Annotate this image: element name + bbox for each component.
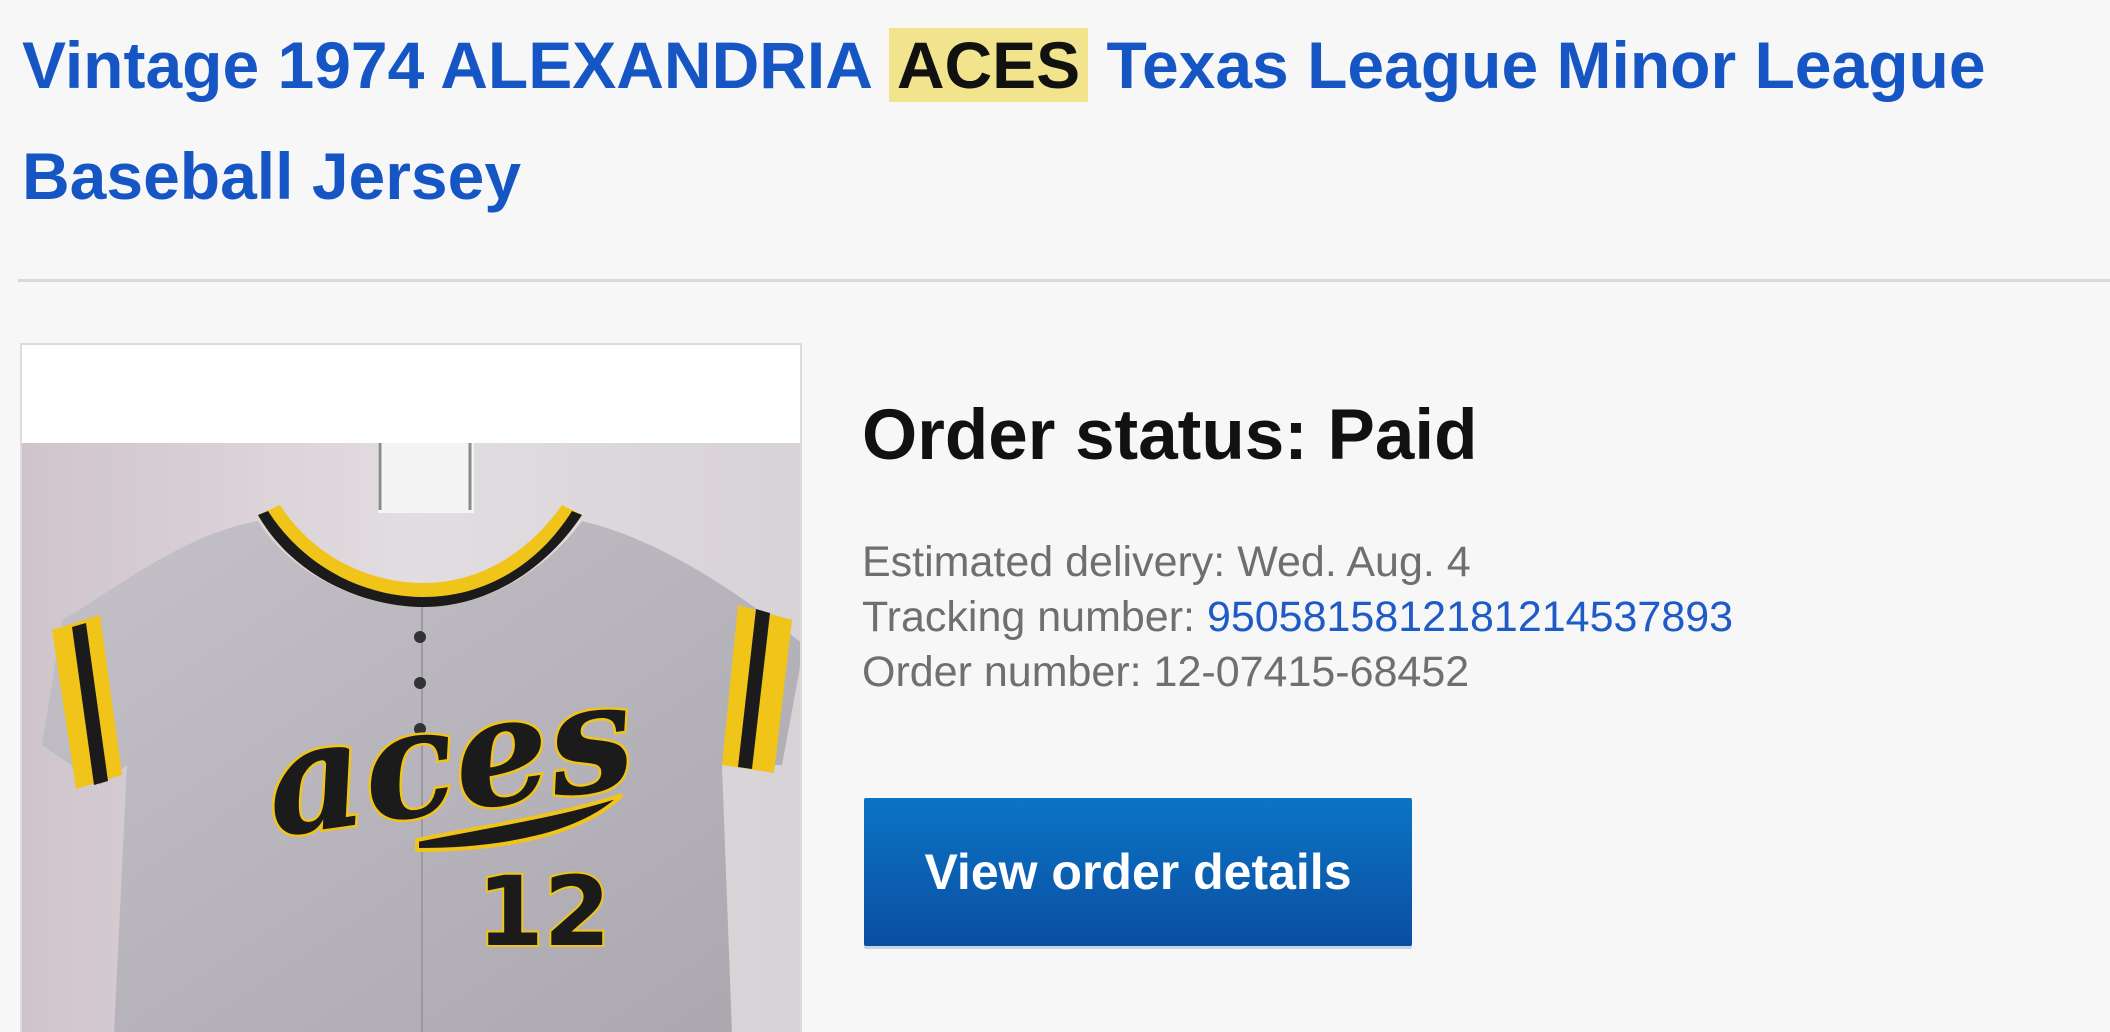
search-term-highlight: ACES — [888, 28, 1089, 102]
jersey-number: 12 — [477, 856, 611, 968]
order-status: Order status: Paid — [862, 396, 1478, 475]
jersey-image: aces 12 — [22, 345, 800, 1032]
estimated-delivery: Estimated delivery: Wed. Aug. 4 — [862, 538, 1471, 586]
item-title-part-1: Vintage 1974 ALEXANDRIA — [22, 28, 889, 102]
item-title-link[interactable]: Vintage 1974 ALEXANDRIA ACES Texas Leagu… — [22, 10, 2102, 232]
tracking-row: Tracking number: 9505815812181214537893 — [862, 590, 1733, 645]
tracking-label: Tracking number: — [862, 593, 1207, 641]
view-order-details-button[interactable]: View order details — [864, 798, 1412, 946]
tracking-number-link[interactable]: 9505815812181214537893 — [1207, 593, 1733, 641]
item-thumbnail[interactable]: aces 12 — [20, 343, 802, 1032]
order-number: Order number: 12-07415-68452 — [862, 648, 1470, 696]
order-card: Vintage 1974 ALEXANDRIA ACES Texas Leagu… — [0, 0, 2110, 1032]
photo-top-white — [22, 345, 800, 443]
hanger-strap — [378, 443, 474, 513]
divider — [18, 279, 2110, 282]
order-info: Estimated delivery: Wed. Aug. 4 Tracking… — [862, 535, 1733, 700]
